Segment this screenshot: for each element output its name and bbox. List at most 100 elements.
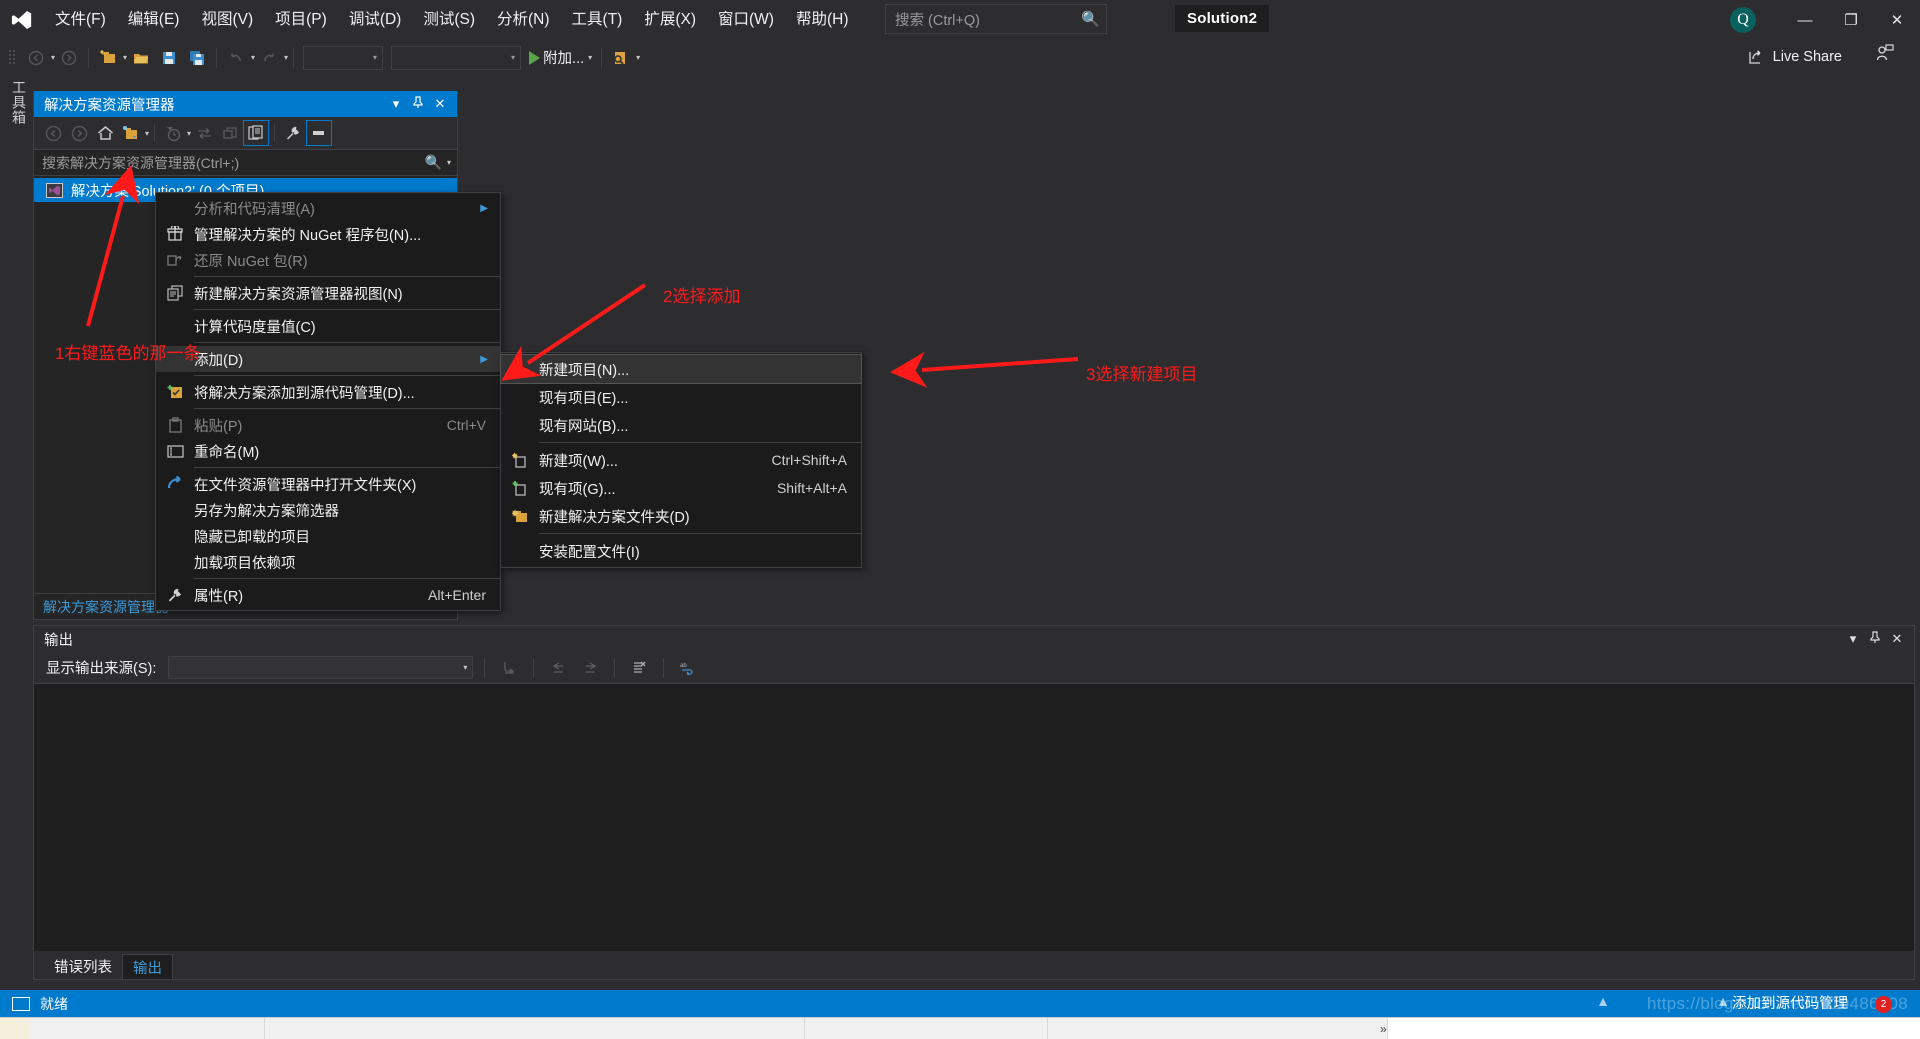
ctx-add-to-source-control[interactable]: 将解决方案添加到源代码管理(D)... bbox=[156, 379, 500, 405]
menu-window[interactable]: 窗口(W) bbox=[707, 0, 785, 40]
toolbar-divider-2 bbox=[216, 47, 218, 68]
output-source-combo[interactable]: ▾ bbox=[168, 656, 474, 679]
sub-existing-project[interactable]: 现有项目(E)... bbox=[501, 383, 861, 411]
toggle-word-wrap-icon[interactable]: ab bbox=[675, 656, 701, 680]
ctx-properties[interactable]: 属性(R) Alt+Enter bbox=[156, 582, 500, 608]
back-icon[interactable] bbox=[40, 120, 66, 146]
menu-file[interactable]: 文件(F) bbox=[44, 0, 117, 40]
previous-message-icon[interactable] bbox=[545, 656, 571, 680]
next-message-icon[interactable] bbox=[577, 656, 603, 680]
menu-tools[interactable]: 工具(T) bbox=[561, 0, 634, 40]
menu-help[interactable]: 帮助(H) bbox=[785, 0, 860, 40]
menu-view[interactable]: 视图(V) bbox=[190, 0, 264, 40]
menu-item-label: 新建解决方案资源管理器视图(N) bbox=[194, 286, 403, 303]
sub-existing-website[interactable]: 现有网站(B)... bbox=[501, 411, 861, 439]
preview-selected-items-icon[interactable] bbox=[306, 120, 333, 146]
ctx-load-project-dependencies[interactable]: 加载项目依赖项 bbox=[156, 549, 500, 575]
bottom-scroll-strip[interactable]: » bbox=[0, 1017, 1920, 1039]
open-file-icon[interactable] bbox=[128, 44, 154, 72]
menu-item-icon-placeholder bbox=[156, 195, 194, 221]
search-options-caret-icon[interactable]: ▾ bbox=[447, 158, 451, 167]
properties-window-icon[interactable] bbox=[243, 120, 270, 146]
navigate-backward-icon[interactable] bbox=[23, 44, 49, 72]
ctx-add[interactable]: 添加(D) ▶ bbox=[156, 346, 500, 372]
minimize-button[interactable]: — bbox=[1782, 0, 1828, 40]
show-all-files-caret-icon[interactable]: ▾ bbox=[145, 129, 149, 138]
bottom-strip-segment[interactable] bbox=[30, 1018, 265, 1039]
new-project-caret-icon[interactable]: ▾ bbox=[123, 53, 127, 62]
sync-with-active-document-icon[interactable] bbox=[191, 120, 217, 146]
ctx-save-as-solution-filter[interactable]: 另存为解决方案筛选器 bbox=[156, 497, 500, 523]
ctx-manage-nuget[interactable]: 管理解决方案的 NuGet 程序包(N)... bbox=[156, 221, 500, 247]
attach-button[interactable]: 附加... ▾ bbox=[525, 47, 596, 68]
ctx-rename[interactable]: 重命名(M) bbox=[156, 438, 500, 464]
menu-project[interactable]: 项目(P) bbox=[264, 0, 338, 40]
wrench-properties-icon[interactable] bbox=[280, 120, 306, 146]
submenu-item-label: 现有项目(E)... bbox=[539, 390, 629, 407]
ctx-open-folder-in-file-explorer[interactable]: 在文件资源管理器中打开文件夹(X) bbox=[156, 471, 500, 497]
bottom-strip-segment[interactable] bbox=[265, 1018, 805, 1039]
output-dropdown-icon[interactable]: ▾ bbox=[1842, 631, 1864, 647]
bottom-strip-segment[interactable] bbox=[1048, 1018, 1388, 1039]
menu-analyze[interactable]: 分析(N) bbox=[486, 0, 561, 40]
global-search-box[interactable]: 搜索 (Ctrl+Q) 🔍 bbox=[885, 4, 1107, 34]
menu-edit[interactable]: 编辑(E) bbox=[117, 0, 191, 40]
collapse-all-icon[interactable] bbox=[217, 120, 243, 146]
attach-caret-icon[interactable]: ▾ bbox=[588, 53, 592, 62]
output-pin-icon[interactable] bbox=[1864, 631, 1886, 647]
sub-new-project[interactable]: 新建项目(N)... bbox=[500, 354, 862, 384]
toolbar-overflow-icon[interactable]: ▾ bbox=[636, 53, 640, 62]
sub-existing-item[interactable]: 现有项(G)... Shift+Alt+A bbox=[501, 474, 861, 502]
sub-new-item[interactable]: 新建项(W)... Ctrl+Shift+A bbox=[501, 446, 861, 474]
sub-new-solution-folder[interactable]: 新建解决方案文件夹(D) bbox=[501, 502, 861, 530]
find-in-files-icon[interactable] bbox=[608, 44, 634, 72]
panel-close-icon[interactable]: ✕ bbox=[429, 96, 451, 112]
titlebar-drag-area[interactable] bbox=[175, 91, 386, 117]
tab-error-list[interactable]: 错误列表 bbox=[44, 954, 122, 979]
tab-output[interactable]: 输出 bbox=[122, 954, 173, 979]
toolbox-tab[interactable]: 工具箱 bbox=[8, 80, 30, 176]
menu-test[interactable]: 测试(S) bbox=[412, 0, 486, 40]
pending-changes-icon[interactable] bbox=[160, 120, 186, 146]
navigate-backward-caret-icon[interactable]: ▾ bbox=[51, 53, 55, 62]
panel-pin-icon[interactable] bbox=[407, 96, 429, 112]
live-share-button[interactable]: Live Share bbox=[1748, 44, 1842, 70]
forward-icon[interactable] bbox=[66, 120, 92, 146]
live-share-participants-icon[interactable] bbox=[1876, 44, 1894, 66]
bottom-strip-tick-icon: » bbox=[1380, 1022, 1387, 1036]
output-text-area[interactable] bbox=[34, 684, 1914, 946]
menu-debug[interactable]: 调试(D) bbox=[338, 0, 413, 40]
solution-explorer-search[interactable]: 搜索解决方案资源管理器(Ctrl+;) 🔍 ▾ bbox=[34, 150, 457, 176]
maximize-button[interactable]: ❐ bbox=[1828, 0, 1874, 40]
ctx-hide-unloaded-projects[interactable]: 隐藏已卸载的项目 bbox=[156, 523, 500, 549]
account-avatar[interactable]: Q bbox=[1730, 7, 1756, 33]
ctx-calculate-code-metrics[interactable]: 计算代码度量值(C) bbox=[156, 313, 500, 339]
redo-icon[interactable] bbox=[256, 44, 282, 72]
go-to-message-icon[interactable] bbox=[496, 656, 522, 680]
redo-caret-icon[interactable]: ▾ bbox=[284, 53, 288, 62]
save-all-icon[interactable] bbox=[184, 44, 210, 72]
navigate-forward-icon[interactable] bbox=[56, 44, 82, 72]
play-icon bbox=[529, 50, 541, 65]
panel-dropdown-icon[interactable]: ▾ bbox=[385, 96, 407, 112]
close-button[interactable]: ✕ bbox=[1874, 0, 1920, 40]
new-project-icon[interactable] bbox=[95, 44, 121, 72]
toolbar-grip[interactable] bbox=[8, 48, 22, 68]
menu-divider bbox=[194, 375, 500, 376]
clear-all-icon[interactable] bbox=[626, 656, 652, 680]
save-icon[interactable] bbox=[156, 44, 182, 72]
bottom-strip-segment[interactable] bbox=[805, 1018, 1048, 1039]
sub-install-config-file[interactable]: 安装配置文件(I) bbox=[501, 537, 861, 565]
undo-icon[interactable] bbox=[223, 44, 249, 72]
show-all-files-icon[interactable] bbox=[118, 120, 144, 146]
menu-item-label: 管理解决方案的 NuGet 程序包(N)... bbox=[194, 227, 422, 244]
existing-item-icon bbox=[501, 475, 539, 501]
solution-platform-combo[interactable]: ▾ bbox=[391, 45, 522, 70]
attach-label: 附加... bbox=[543, 51, 585, 67]
menu-extensions[interactable]: 扩展(X) bbox=[633, 0, 707, 40]
ctx-new-solution-explorer-view[interactable]: 新建解决方案资源管理器视图(N) bbox=[156, 280, 500, 306]
solution-configuration-combo[interactable]: ▾ bbox=[303, 45, 384, 70]
home-icon[interactable] bbox=[92, 120, 118, 146]
undo-caret-icon[interactable]: ▾ bbox=[251, 53, 255, 62]
output-close-icon[interactable]: ✕ bbox=[1886, 631, 1908, 647]
